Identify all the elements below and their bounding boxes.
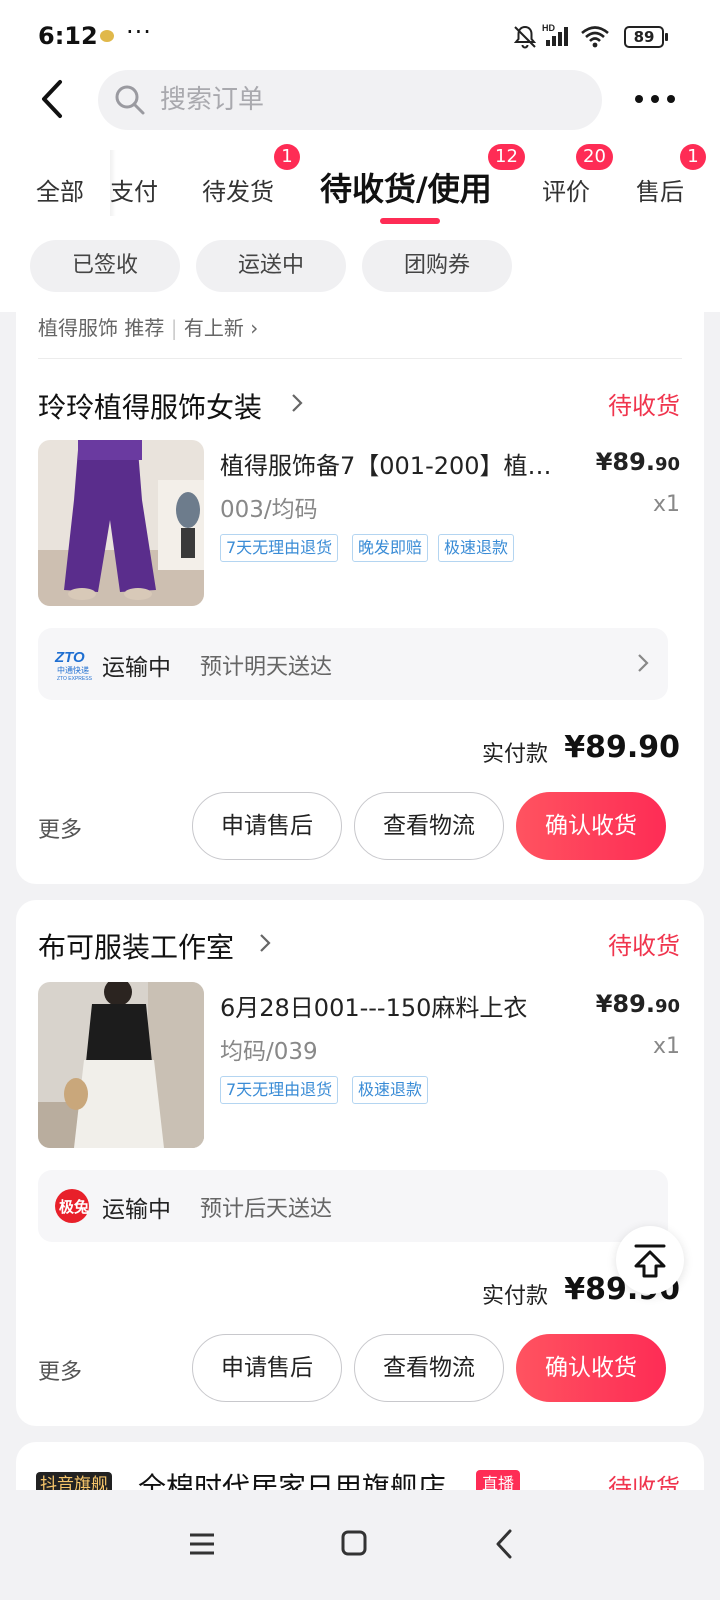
order-card: 植得服饰 推荐 | 有上新 › 玲玲植得服饰女装 待收货 植得服饰备7【001-…	[16, 306, 704, 884]
product-title[interactable]: 6月28日001---150麻料上衣	[220, 988, 560, 1023]
service-tag: 7天无理由退货	[220, 534, 339, 562]
active-tab-indicator	[380, 218, 440, 224]
paid-label: 实付款	[482, 1284, 549, 1309]
tab-to-ship-badge: 1	[274, 144, 300, 170]
app-notification-icon	[100, 30, 114, 42]
jitu-logo-icon: 极兔	[55, 1189, 89, 1223]
filter-group-coupon[interactable]: 团购券	[362, 240, 512, 292]
order-status: 待收货	[608, 932, 680, 960]
logistics-eta: 预计明天送达	[200, 655, 333, 680]
apply-after-sales-button[interactable]: 申请售后	[192, 1334, 342, 1402]
filter-in-transit[interactable]: 运送中	[196, 240, 346, 292]
svg-text:ZTO EXPRESS: ZTO EXPRESS	[57, 676, 92, 682]
product-qty: x1	[652, 1034, 680, 1059]
home-icon[interactable]	[324, 1516, 384, 1572]
order-card: 布可服装工作室 待收货 6月28日001---150麻料上衣 ¥89.90 均码…	[16, 900, 704, 1426]
status-bar: 6:12 ··· HD 89	[0, 0, 720, 68]
tab-review-badge: 20	[576, 144, 613, 170]
product-thumbnail[interactable]	[38, 982, 204, 1148]
new-arrivals-label: 有上新	[183, 316, 244, 340]
service-tag: 极速退款	[352, 1076, 429, 1104]
logistics-row[interactable]: 极兔 运输中 预计后天送达	[38, 1170, 668, 1242]
tab-all[interactable]: 全部	[36, 172, 84, 207]
confirm-receipt-button[interactable]: 确认收货	[516, 792, 666, 860]
chevron-right-icon	[292, 394, 303, 412]
search-icon	[115, 85, 145, 115]
service-tag: 7天无理由退货	[220, 1076, 339, 1104]
product-qty: x1	[652, 492, 680, 517]
status-more-dots: ···	[126, 18, 152, 46]
logistics-row[interactable]: ZTO 中通快递 ZTO EXPRESS 运输中 预计明天送达	[38, 628, 668, 700]
signal-icon: HD	[542, 23, 568, 46]
arrow-up-icon	[634, 1244, 666, 1278]
logistics-status: 运输中	[102, 1197, 171, 1223]
shop-name[interactable]: 布可服装工作室	[38, 926, 234, 966]
svg-text:ZTO: ZTO	[54, 649, 85, 666]
product-title[interactable]: 植得服饰备7【001-200】植得服饰备7	[220, 446, 560, 481]
back-icon[interactable]	[476, 1516, 536, 1572]
jitu-logo-text: 极兔	[59, 1198, 89, 1216]
product-price: ¥89.90	[595, 448, 680, 476]
paid-amount: ¥89.90	[564, 730, 680, 765]
divider	[38, 358, 682, 359]
logistics-status: 运输中	[102, 655, 171, 681]
recommend-shop: 植得服饰	[38, 316, 118, 340]
zto-logo-icon: ZTO 中通快递 ZTO EXPRESS	[54, 649, 92, 682]
service-tag: 晚发即赔	[352, 534, 429, 562]
svg-text:中通快递: 中通快递	[57, 665, 89, 675]
battery-indicator: 89	[624, 26, 668, 48]
system-nav-bar	[0, 1490, 720, 1600]
tab-review[interactable]: 评价	[542, 172, 590, 207]
tab-to-receive[interactable]: 待收货/使用	[320, 164, 492, 210]
tab-pay[interactable]: 支付	[110, 172, 158, 207]
search-input[interactable]	[160, 70, 580, 130]
chevron-right-icon	[260, 934, 271, 952]
apply-after-sales-button[interactable]: 申请售后	[192, 792, 342, 860]
back-arrow-icon[interactable]	[34, 76, 74, 122]
more-options-icon[interactable]	[630, 82, 680, 116]
view-logistics-button[interactable]: 查看物流	[354, 792, 504, 860]
svg-text:HD: HD	[542, 23, 555, 33]
product-spec: 003/均码	[220, 497, 318, 523]
product-thumbnail[interactable]	[38, 440, 204, 606]
service-tag: 极速退款	[438, 534, 515, 562]
tab-to-receive-badge: 12	[488, 144, 525, 170]
tab-to-ship[interactable]: 待发货	[202, 172, 274, 207]
status-time: 6:12	[38, 22, 98, 50]
product-price: ¥89.90	[595, 990, 680, 1018]
filter-signed[interactable]: 已签收	[30, 240, 180, 292]
product-spec: 均码/039	[220, 1039, 318, 1065]
view-logistics-button[interactable]: 查看物流	[354, 1334, 504, 1402]
wifi-icon	[581, 26, 609, 48]
chevron-right-icon	[638, 654, 649, 672]
tab-after-sales-badge: 1	[680, 144, 706, 170]
logistics-eta: 预计后天送达	[200, 1197, 333, 1222]
recommend-row[interactable]: 植得服饰 推荐 | 有上新 ›	[38, 312, 258, 341]
tab-after-sales[interactable]: 售后	[636, 172, 684, 207]
scroll-to-top-button[interactable]	[616, 1226, 684, 1294]
more-link[interactable]: 更多	[38, 1354, 82, 1386]
confirm-receipt-button[interactable]: 确认收货	[516, 1334, 666, 1402]
order-status: 待收货	[608, 392, 680, 420]
paid-label: 实付款	[482, 742, 549, 767]
order-tabs: 全部 支付 待发货 1 待收货/使用 12 评价 20 售后 1	[0, 140, 720, 230]
recommend-label: 推荐	[124, 316, 165, 340]
more-link[interactable]: 更多	[38, 812, 82, 844]
shop-name[interactable]: 玲玲植得服饰女装	[38, 386, 262, 426]
search-bar[interactable]	[98, 70, 602, 130]
menu-icon[interactable]	[172, 1516, 232, 1572]
mute-bell-icon	[513, 25, 537, 49]
